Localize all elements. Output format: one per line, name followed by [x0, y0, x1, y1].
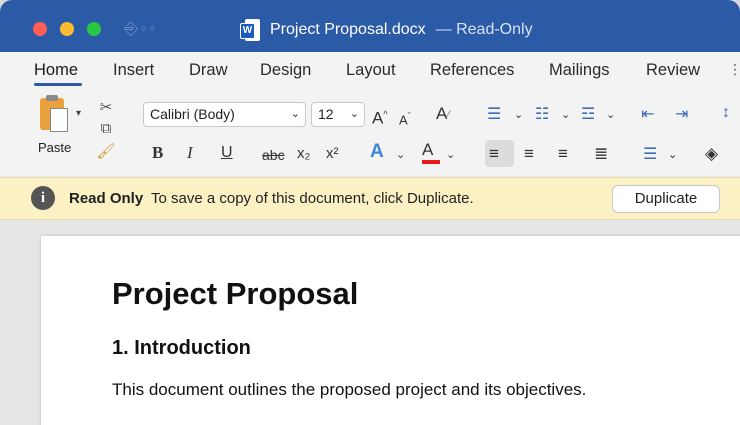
- tab-home[interactable]: Home: [34, 61, 78, 80]
- read-only-title: Read Only: [69, 190, 144, 207]
- word-app-icon: W: [240, 19, 260, 41]
- line-spacing-icon[interactable]: ☰: [643, 144, 657, 164]
- chevron-down-icon: ⌄: [349, 108, 359, 120]
- font-size-dropdown[interactable]: 12 ⌄: [311, 102, 365, 127]
- align-right-icon[interactable]: ≡: [558, 144, 568, 164]
- format-painter-icon[interactable]: 🖌: [95, 142, 117, 164]
- tab-review[interactable]: Review: [646, 61, 700, 80]
- read-only-suffix: — Read-Only: [435, 21, 533, 38]
- copy-icon[interactable]: ⧉: [95, 120, 117, 142]
- document-paragraph: This document outlines the proposed proj…: [112, 380, 587, 399]
- duplicate-button[interactable]: Duplicate: [612, 185, 720, 213]
- font-color-button[interactable]: A: [422, 140, 433, 160]
- paste-label: Paste: [38, 140, 72, 155]
- tab-layout[interactable]: Layout: [346, 61, 396, 80]
- font-name-value: Calibri (Body): [150, 106, 235, 122]
- font-name-dropdown[interactable]: Calibri (Body) ⌄: [143, 102, 306, 127]
- active-tab-indicator: [34, 83, 82, 86]
- document-heading: Project Proposal: [112, 276, 359, 311]
- increase-indent-icon[interactable]: ⇥: [675, 104, 688, 124]
- font-color-chevron-icon[interactable]: ⌄: [446, 145, 455, 165]
- align-left-icon[interactable]: ≡: [489, 144, 499, 164]
- justify-icon[interactable]: ≣: [594, 144, 608, 164]
- bullets-chevron-icon[interactable]: ⌄: [514, 108, 523, 121]
- italic-button[interactable]: I: [187, 143, 193, 163]
- multilevel-list-icon[interactable]: ☲: [581, 104, 595, 124]
- subscript-button[interactable]: x₂: [297, 144, 310, 164]
- paste-dropdown-chevron-icon[interactable]: ▾: [76, 108, 81, 119]
- font-size-value: 12: [318, 106, 334, 122]
- text-effects-chevron-icon[interactable]: ⌄: [396, 145, 405, 165]
- tab-mailings[interactable]: Mailings: [549, 61, 610, 80]
- clipboard-tools: ✂ ⧉ 🖌: [95, 98, 117, 166]
- document-title: W Project Proposal.docx — Read-Only: [240, 18, 533, 42]
- tab-insert[interactable]: Insert: [113, 61, 154, 80]
- sort-icon[interactable]: ↕: [722, 104, 730, 122]
- grow-font-button[interactable]: A^: [372, 104, 388, 129]
- bullets-icon[interactable]: ☰: [487, 104, 501, 124]
- info-icon: i: [31, 186, 55, 210]
- minimize-window-button[interactable]: [60, 22, 74, 36]
- underline-button[interactable]: U: [221, 143, 233, 163]
- maximize-window-button[interactable]: [87, 22, 101, 36]
- close-window-button[interactable]: [33, 22, 47, 36]
- quick-access-icons: ⎆◦◦: [124, 18, 158, 38]
- multilevel-chevron-icon[interactable]: ⌄: [606, 108, 615, 121]
- cut-icon[interactable]: ✂: [95, 98, 117, 120]
- document-filename: Project Proposal.docx: [270, 21, 426, 38]
- document-subheading: 1. Introduction: [112, 337, 251, 359]
- clear-formatting-button[interactable]: A⁄: [436, 104, 449, 125]
- tab-draw[interactable]: Draw: [189, 61, 228, 80]
- strikethrough-button[interactable]: abc: [262, 145, 285, 165]
- read-only-message: To save a copy of this document, click D…: [151, 190, 474, 207]
- numbering-icon[interactable]: ☷: [535, 104, 549, 124]
- bold-button[interactable]: B: [152, 143, 163, 163]
- decrease-indent-icon[interactable]: ⇤: [641, 104, 654, 124]
- shrink-font-button[interactable]: Aˇ: [399, 106, 411, 130]
- chevron-down-icon: ⌄: [290, 108, 300, 120]
- word-window: ⎆◦◦ W Project Proposal.docx — Read-Only …: [0, 0, 740, 425]
- clipboard-icon: [40, 95, 68, 132]
- tab-references[interactable]: References: [430, 61, 514, 80]
- tab-design[interactable]: Design: [260, 61, 311, 80]
- font-color-swatch: [422, 160, 440, 164]
- line-spacing-chevron-icon[interactable]: ⌄: [668, 148, 677, 161]
- superscript-button[interactable]: x²: [326, 144, 339, 164]
- paste-button[interactable]: ▾ Paste: [34, 95, 90, 166]
- tab-more-icon[interactable]: ⋮: [728, 61, 740, 78]
- align-center-icon[interactable]: ≡: [524, 144, 534, 164]
- numbering-chevron-icon[interactable]: ⌄: [561, 108, 570, 121]
- text-effects-button[interactable]: A: [370, 142, 384, 162]
- shading-icon[interactable]: ◈: [705, 144, 718, 164]
